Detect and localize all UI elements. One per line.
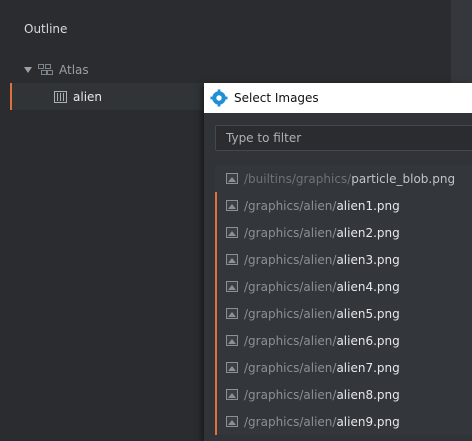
item-path: /graphics/alien/: [244, 387, 337, 402]
image-file-icon: [226, 308, 238, 319]
item-filename: particle_blob.png: [351, 171, 456, 186]
animation-icon: [54, 90, 67, 103]
image-file-icon: [226, 416, 238, 427]
image-file-icon: [226, 335, 238, 346]
item-path: /graphics/alien/: [244, 306, 337, 321]
tree-item-label: alien: [73, 89, 103, 104]
list-item[interactable]: /graphics/alien/alien3.png: [215, 246, 472, 273]
dialog-title: Select Images: [234, 91, 319, 105]
panel-title: Outline: [24, 22, 68, 36]
dialog-titlebar[interactable]: Select Images: [204, 83, 472, 113]
item-filename: alien5.png: [336, 306, 400, 321]
item-path: /graphics/alien/: [244, 225, 337, 240]
item-filename: alien8.png: [336, 387, 400, 402]
image-file-icon: [226, 200, 238, 211]
item-filename: alien3.png: [336, 252, 400, 267]
item-path: /graphics/alien/: [244, 333, 337, 348]
item-filename: alien4.png: [336, 279, 400, 294]
image-list: /builtins/graphics/particle_blob.png /gr…: [215, 165, 472, 435]
image-file-icon: [226, 173, 238, 184]
image-file-icon: [226, 362, 238, 373]
list-item[interactable]: /graphics/alien/alien8.png: [215, 381, 472, 408]
item-path: /graphics/alien/: [244, 198, 337, 213]
atlas-icon: [38, 63, 53, 76]
item-path: /graphics/alien/: [244, 279, 337, 294]
item-path: /graphics/alien/: [244, 414, 337, 429]
item-path: /graphics/alien/: [244, 252, 337, 267]
image-file-icon: [226, 227, 238, 238]
select-images-dialog: Select Images /builtins/graphics/particl…: [204, 83, 472, 441]
item-filename: alien7.png: [336, 360, 400, 375]
image-file-icon: [226, 281, 238, 292]
image-file-icon: [226, 254, 238, 265]
list-item[interactable]: /graphics/alien/alien7.png: [215, 354, 472, 381]
item-path: /builtins/graphics/: [244, 171, 352, 186]
list-item[interactable]: /graphics/alien/alien6.png: [215, 327, 472, 354]
list-item[interactable]: /builtins/graphics/particle_blob.png: [215, 165, 472, 192]
tree-item-label: Atlas: [59, 62, 89, 77]
item-path: /graphics/alien/: [244, 360, 337, 375]
item-filename: alien9.png: [336, 414, 400, 429]
list-item[interactable]: /graphics/alien/alien5.png: [215, 300, 472, 327]
list-item[interactable]: /graphics/alien/alien2.png: [215, 219, 472, 246]
list-item[interactable]: /graphics/alien/alien1.png: [215, 192, 472, 219]
list-item[interactable]: /graphics/alien/alien4.png: [215, 273, 472, 300]
tree-item-atlas[interactable]: Atlas: [10, 56, 451, 83]
item-filename: alien6.png: [336, 333, 400, 348]
filter-input[interactable]: [215, 125, 472, 151]
item-filename: alien1.png: [336, 198, 400, 213]
defold-logo-icon: [210, 89, 228, 107]
list-item[interactable]: /graphics/alien/alien9.png: [215, 408, 472, 435]
image-file-icon: [226, 389, 238, 400]
expand-caret-icon[interactable]: [24, 66, 32, 73]
item-filename: alien2.png: [336, 225, 400, 240]
